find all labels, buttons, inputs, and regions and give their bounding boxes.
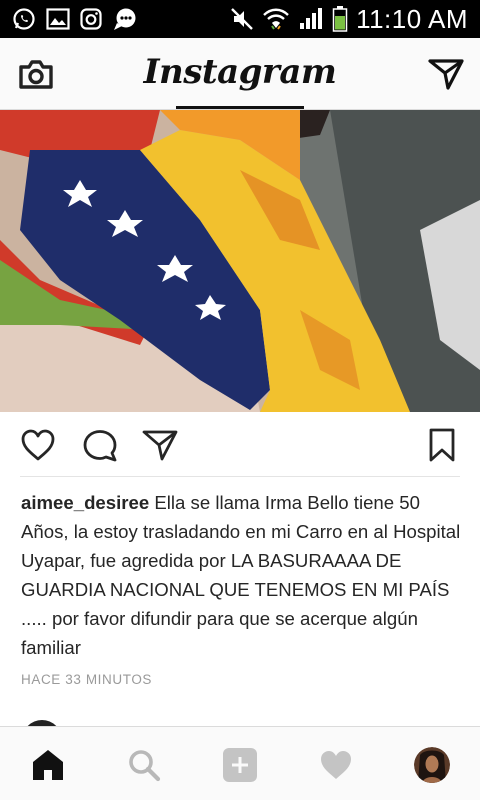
top-bar: Instagram — [0, 38, 480, 110]
instagram-notification-icon — [80, 8, 102, 30]
post-actions — [0, 412, 480, 476]
instagram-logo[interactable]: Instagram — [0, 52, 480, 92]
post-photo[interactable] — [0, 110, 480, 412]
actions-divider — [20, 476, 460, 477]
notification-icons — [0, 7, 138, 31]
post-timestamp: HACE 33 MINUTOS — [21, 672, 153, 687]
home-icon[interactable] — [30, 747, 66, 783]
direct-message-icon[interactable] — [428, 58, 464, 90]
add-icon[interactable] — [222, 747, 258, 783]
activity-heart-icon[interactable] — [318, 747, 354, 783]
bottom-nav — [0, 726, 480, 800]
wifi-icon — [263, 8, 289, 30]
comment-icon[interactable] — [82, 428, 118, 462]
bookmark-icon[interactable] — [424, 428, 460, 462]
status-bar: 11:10 AM — [0, 0, 480, 38]
status-clock: 11:10 AM — [356, 3, 468, 34]
like-icon[interactable] — [20, 428, 56, 462]
post-caption: aimee_desiree Ella se llama Irma Bello t… — [21, 488, 461, 662]
whatsapp-icon — [13, 8, 35, 30]
profile-avatar[interactable] — [414, 747, 450, 783]
signal-icon — [300, 8, 323, 29]
caption-text: Ella se llama Irma Bello tiene 50 Años, … — [21, 492, 461, 658]
system-icons: 11:10 AM — [230, 4, 480, 35]
chat-bubble-icon — [114, 8, 136, 30]
mute-icon — [231, 8, 253, 30]
post-username[interactable]: aimee_desiree — [21, 492, 149, 513]
logo-underline — [176, 106, 304, 109]
search-icon[interactable] — [126, 747, 162, 783]
gallery-icon — [46, 8, 70, 30]
share-icon[interactable] — [142, 428, 178, 462]
battery-icon — [332, 6, 348, 32]
